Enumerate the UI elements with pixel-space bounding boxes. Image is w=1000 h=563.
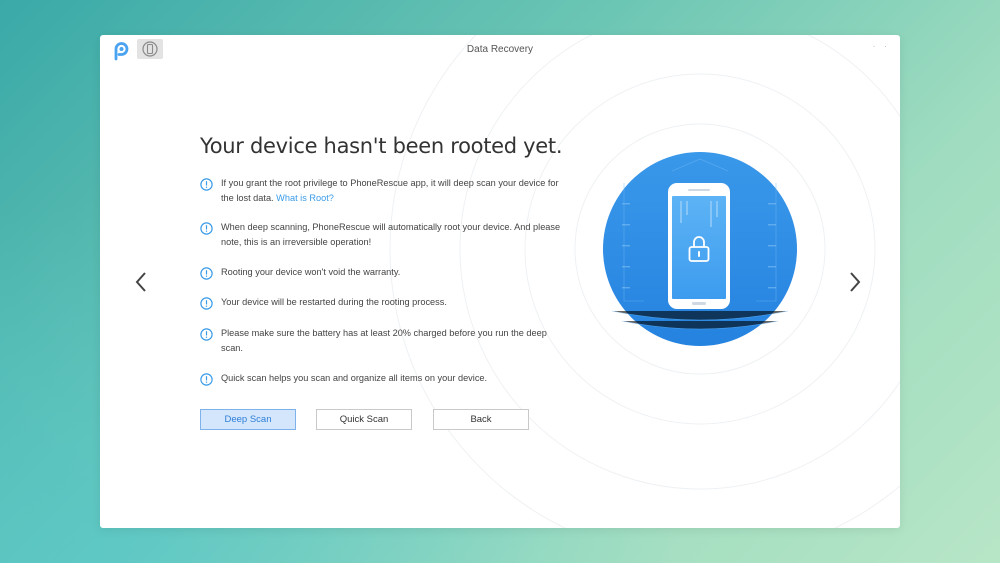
tip-text: Quick scan helps you scan and organize a… bbox=[221, 373, 488, 383]
what-is-root-link[interactable]: What is Root? bbox=[276, 193, 334, 203]
locked-phone-illustration bbox=[603, 152, 797, 346]
tip-text: Rooting your device won't void the warra… bbox=[221, 267, 401, 277]
page-title: Your device hasn't been rooted yet. bbox=[200, 134, 563, 158]
chevron-left-icon[interactable] bbox=[133, 271, 149, 293]
chevron-right-icon[interactable] bbox=[847, 271, 863, 293]
back-button[interactable]: Back bbox=[433, 409, 529, 430]
info-circle-icon bbox=[200, 297, 213, 310]
title-bar: Data Recovery · · bbox=[100, 35, 900, 65]
info-circle-icon bbox=[200, 328, 213, 341]
tip-text: Your device will be restarted during the… bbox=[221, 297, 447, 307]
tip-text: Please make sure the battery has at leas… bbox=[221, 328, 547, 353]
quick-scan-button[interactable]: Quick Scan bbox=[316, 409, 412, 430]
deep-scan-button[interactable]: Deep Scan bbox=[200, 409, 296, 430]
info-circle-icon bbox=[200, 222, 213, 235]
info-circle-icon bbox=[200, 267, 213, 280]
app-window: Data Recovery · · Your device hasn't bee… bbox=[100, 35, 900, 528]
tip-text: When deep scanning, PhoneRescue will aut… bbox=[221, 222, 561, 247]
tip-text: If you grant the root privilege to Phone… bbox=[221, 176, 571, 205]
window-title: Data Recovery bbox=[466, 44, 534, 55]
window-controls[interactable]: · · bbox=[873, 41, 891, 51]
info-circle-icon bbox=[200, 178, 213, 191]
info-circle-icon bbox=[200, 373, 213, 386]
tip-text-body: If you grant the root privilege to Phone… bbox=[221, 178, 559, 203]
